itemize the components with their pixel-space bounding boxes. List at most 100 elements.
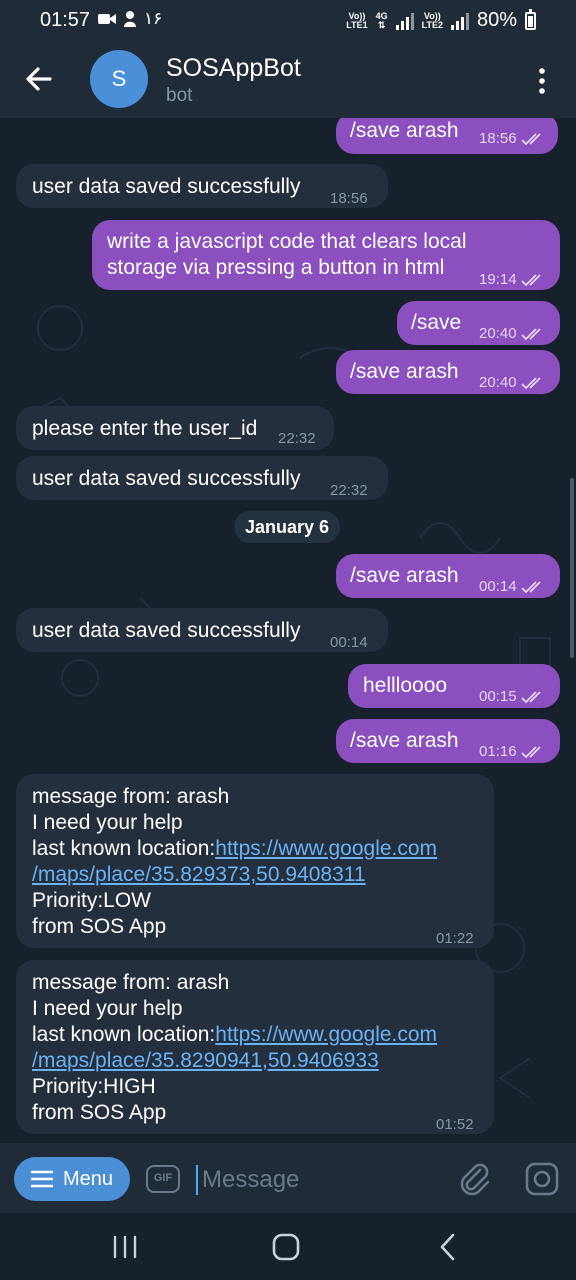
recent-apps-icon[interactable]	[112, 1235, 138, 1259]
chat-area[interactable]: /save arash 18:56 user data saved succes…	[0, 118, 576, 1143]
incoming-message[interactable]: please enter the user_id 22:32	[16, 406, 334, 450]
message-text-line-1: write a javascript code that clears loca…	[107, 230, 467, 253]
message-input-bar: Menu GIF	[0, 1143, 576, 1213]
attach-icon[interactable]	[458, 1161, 492, 1197]
sos-text: I need your help	[32, 811, 183, 834]
message-text: hellloooo	[363, 674, 448, 697]
message-meta: 01:52	[436, 1112, 474, 1138]
volte-sim2-icon: Vo)) LTE2	[422, 11, 443, 30]
message-time: 18:56	[479, 130, 517, 147]
video-icon	[98, 14, 116, 24]
message-meta: 18:56	[330, 186, 368, 212]
gif-icon[interactable]: GIF	[146, 1165, 180, 1193]
sos-source: from SOS App	[32, 915, 167, 938]
message-input[interactable]	[200, 1161, 444, 1199]
message-text: /save arash	[350, 360, 459, 383]
priority-text: Priority:LOW	[32, 889, 152, 912]
double-check-icon	[520, 581, 541, 594]
double-check-icon	[520, 274, 541, 287]
incoming-message[interactable]: user data saved successfully 00:14	[16, 608, 388, 652]
sos-sender: message from: arash	[32, 785, 230, 808]
scroll-indicator[interactable]	[570, 478, 574, 658]
message-time: 00:14	[479, 578, 517, 595]
outgoing-message[interactable]: /save arash 20:40	[336, 350, 560, 394]
outgoing-message[interactable]: /save arash 01:16	[336, 719, 560, 763]
bot-avatar[interactable]: S	[90, 50, 148, 108]
message-time: 22:32	[278, 430, 316, 447]
menu-label: Menu	[62, 1167, 114, 1190]
signal-2-icon	[450, 12, 469, 30]
double-check-icon	[520, 328, 541, 341]
message-meta: 00:14	[479, 574, 545, 600]
outgoing-message[interactable]: /save arash 18:56	[336, 118, 558, 154]
outgoing-message[interactable]: write a javascript code that clears loca…	[92, 220, 560, 290]
message-time: 22:32	[330, 482, 368, 499]
message-time: 00:14	[330, 634, 368, 651]
home-icon[interactable]	[272, 1233, 300, 1261]
outgoing-message[interactable]: hellloooo 00:15	[348, 664, 560, 708]
bot-menu-button[interactable]: Menu	[14, 1157, 130, 1201]
battery-icon	[525, 8, 536, 30]
incoming-sos-message[interactable]: message from: arash I need your help las…	[16, 774, 494, 948]
message-text: /save arash	[350, 564, 459, 587]
outgoing-message[interactable]: /save 20:40	[397, 301, 560, 345]
message-text: user data saved successfully	[32, 619, 301, 642]
message-text: /save	[411, 311, 462, 334]
message-text-line-2: storage via pressing a button in html	[107, 256, 445, 279]
text-cursor	[196, 1165, 198, 1195]
location-link[interactable]: https://www.google.com	[215, 837, 437, 860]
location-link-cont[interactable]: /maps/place/35.829373,50.9408311	[32, 862, 366, 888]
outgoing-message[interactable]: /save arash 00:14	[336, 554, 560, 598]
status-time: 01:57	[40, 9, 91, 31]
message-meta: 01:22	[436, 926, 474, 952]
incoming-sos-message[interactable]: message from: arash I need your help las…	[16, 960, 494, 1134]
sos-source: from SOS App	[32, 1101, 167, 1124]
volte-sim1-icon: Vo)) LTE1	[346, 11, 368, 30]
avatar-letter: S	[111, 66, 127, 91]
sim1-label: LTE1	[346, 19, 368, 30]
location-link-cont[interactable]: /maps/place/35.8290941,50.9406933	[32, 1048, 379, 1074]
chat-header: S SOSAppBot bot	[0, 42, 576, 118]
message-time: 01:52	[436, 1116, 474, 1133]
sos-location-line: last known location:https://www.google.c…	[32, 1022, 437, 1048]
message-time: 01:16	[479, 743, 517, 760]
message-time: 18:56	[330, 190, 368, 207]
system-nav-bar	[0, 1213, 576, 1280]
battery-percent: 80%	[476, 9, 517, 31]
double-check-icon	[520, 377, 541, 390]
message-time: 20:40	[479, 374, 517, 391]
signal-1-icon	[395, 12, 414, 30]
message-meta: 20:40	[479, 321, 545, 347]
chat-subtitle: bot	[166, 85, 193, 106]
message-meta: 22:32	[278, 426, 316, 452]
message-time: 00:15	[479, 688, 517, 705]
message-meta: 20:40	[479, 370, 545, 396]
back-arrow-icon[interactable]	[22, 62, 56, 96]
system-back-icon[interactable]	[438, 1233, 456, 1261]
message-meta: 19:14	[479, 267, 545, 293]
network-label: 4G	[375, 10, 388, 21]
incoming-message[interactable]: user data saved successfully 22:32	[16, 456, 388, 500]
message-time: 19:14	[479, 271, 517, 288]
double-check-icon	[520, 691, 541, 704]
status-right-icons: Vo)) LTE1 4G ⇅ Vo)) LTE2 80%	[346, 8, 536, 32]
camera-icon[interactable]	[524, 1161, 560, 1197]
network-type-icon: 4G ⇅	[375, 10, 388, 30]
incoming-message[interactable]: user data saved successfully 18:56	[16, 164, 388, 208]
menu-icon	[30, 1170, 53, 1188]
message-text: /save arash	[350, 729, 459, 752]
status-extra: ۱۶	[144, 9, 163, 28]
message-text: /save arash	[350, 119, 459, 142]
chat-title[interactable]: SOSAppBot	[166, 54, 301, 83]
sos-sender: message from: arash	[32, 971, 230, 994]
message-meta: 18:56	[479, 126, 545, 152]
notification-icon	[124, 11, 136, 27]
message-time: 01:22	[436, 930, 474, 947]
location-link[interactable]: https://www.google.com	[215, 1023, 437, 1046]
date-separator: January 6	[234, 511, 340, 543]
double-check-icon	[520, 746, 541, 759]
more-options-icon[interactable]	[532, 66, 552, 96]
message-text: please enter the user_id	[32, 417, 258, 440]
status-bar: 01:57 ۱۶ Vo)) LTE1 4G ⇅ Vo)) LTE2 80%	[0, 0, 576, 42]
sos-text: I need your help	[32, 997, 183, 1020]
